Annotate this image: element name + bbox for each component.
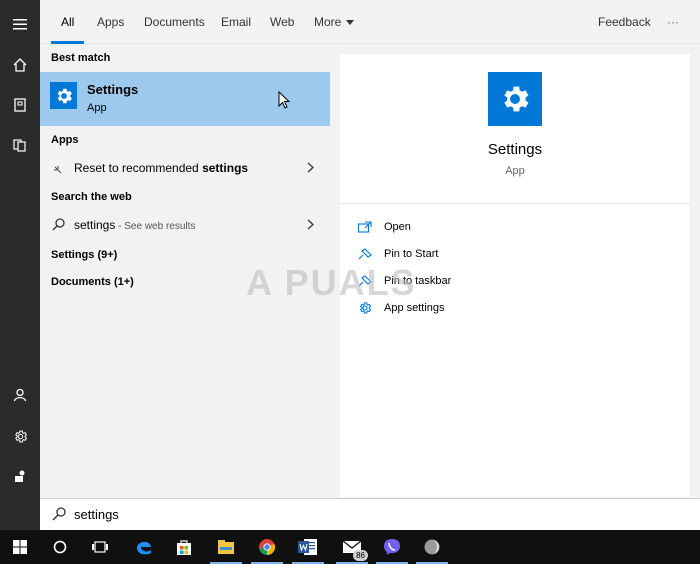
word-icon[interactable] xyxy=(288,530,328,564)
tab-email[interactable]: Email xyxy=(221,0,251,44)
web-search-label: settings - See web results xyxy=(74,218,195,232)
chevron-down-icon xyxy=(346,20,355,25)
more-options-button[interactable]: ··· xyxy=(667,0,679,44)
gear-icon xyxy=(50,82,77,109)
action-pin-to-taskbar[interactable]: Pin to taskbar xyxy=(358,272,558,292)
preview-subtitle: App xyxy=(505,165,525,177)
left-rail xyxy=(0,0,40,530)
notebook-icon[interactable] xyxy=(0,89,40,121)
settings-gear-icon[interactable] xyxy=(0,420,40,452)
pin-icon xyxy=(358,247,372,265)
action-pin-start-label: Pin to Start xyxy=(384,248,439,260)
reset-label-bold: settings xyxy=(202,161,249,175)
preview-title: Settings xyxy=(487,141,543,158)
chevron-right-icon[interactable] xyxy=(307,161,314,176)
store-icon[interactable] xyxy=(164,530,204,564)
web-search-suffix: - See web results xyxy=(115,221,196,232)
pin-icon xyxy=(358,274,372,292)
action-open-label: Open xyxy=(384,221,411,233)
account-icon[interactable] xyxy=(0,379,40,411)
reset-icon xyxy=(53,162,63,180)
tab-apps[interactable]: Apps xyxy=(97,0,124,44)
gear-icon xyxy=(358,301,372,320)
preview-header: Settings App xyxy=(340,54,690,204)
tab-web[interactable]: Web xyxy=(270,0,294,44)
best-match-title: Settings xyxy=(87,82,139,97)
hamburger-menu-icon[interactable] xyxy=(0,8,40,40)
tab-all[interactable]: All xyxy=(50,0,85,44)
action-pin-to-start[interactable]: Pin to Start xyxy=(358,245,558,265)
apps-header: Apps xyxy=(51,134,79,146)
action-open[interactable]: Open xyxy=(357,218,558,238)
mail-icon[interactable]: 86 xyxy=(332,530,372,564)
mail-unread-badge: 86 xyxy=(353,550,368,561)
best-match-header: Best match xyxy=(51,52,111,64)
search-input[interactable]: settings xyxy=(74,507,119,522)
reset-label-prefix: Reset to recommended xyxy=(74,161,203,175)
search-filter-tabs: All Apps Documents Email Web More Feedba… xyxy=(40,0,700,44)
tab-more-label: More xyxy=(314,15,342,29)
app-icon[interactable] xyxy=(412,530,452,564)
open-icon xyxy=(357,220,372,238)
search-box[interactable]: settings xyxy=(40,498,700,530)
viber-icon[interactable] xyxy=(372,530,412,564)
list-item-reset-settings[interactable]: Reset to recommended settings xyxy=(40,155,330,181)
gear-icon xyxy=(488,72,542,126)
search-web-header: Search the web xyxy=(51,191,132,203)
search-icon xyxy=(52,218,65,236)
taskbar: 86 xyxy=(0,530,700,564)
preview-pane: Settings App Open Pin to Start Pin to ta… xyxy=(340,54,690,497)
settings-group-header[interactable]: Settings (9+) xyxy=(51,249,117,261)
list-item-web-search[interactable]: settings - See web results xyxy=(40,212,330,238)
tab-more[interactable]: More xyxy=(314,0,355,44)
task-view-icon[interactable] xyxy=(80,530,120,564)
action-app-settings-label: App settings xyxy=(384,302,445,314)
feedback-hub-icon[interactable] xyxy=(0,460,40,492)
reset-settings-label: Reset to recommended settings xyxy=(74,161,248,175)
search-icon xyxy=(52,507,66,526)
web-search-query: settings xyxy=(74,218,116,232)
action-app-settings[interactable]: App settings xyxy=(358,299,558,319)
chrome-icon[interactable] xyxy=(247,530,287,564)
tab-documents[interactable]: Documents xyxy=(144,0,205,44)
windows-start-icon[interactable] xyxy=(0,530,40,564)
best-match-subtitle: App xyxy=(87,102,107,114)
action-pin-taskbar-label: Pin to taskbar xyxy=(384,275,452,287)
edge-icon[interactable] xyxy=(124,530,164,564)
cortana-icon[interactable] xyxy=(40,530,80,564)
feedback-link[interactable]: Feedback xyxy=(598,0,651,44)
documents-icon[interactable] xyxy=(0,129,40,161)
mouse-cursor-icon xyxy=(278,90,291,114)
chevron-right-icon[interactable] xyxy=(307,218,314,233)
documents-group-header[interactable]: Documents (1+) xyxy=(51,276,134,288)
file-explorer-icon[interactable] xyxy=(206,530,246,564)
home-icon[interactable] xyxy=(0,49,40,81)
